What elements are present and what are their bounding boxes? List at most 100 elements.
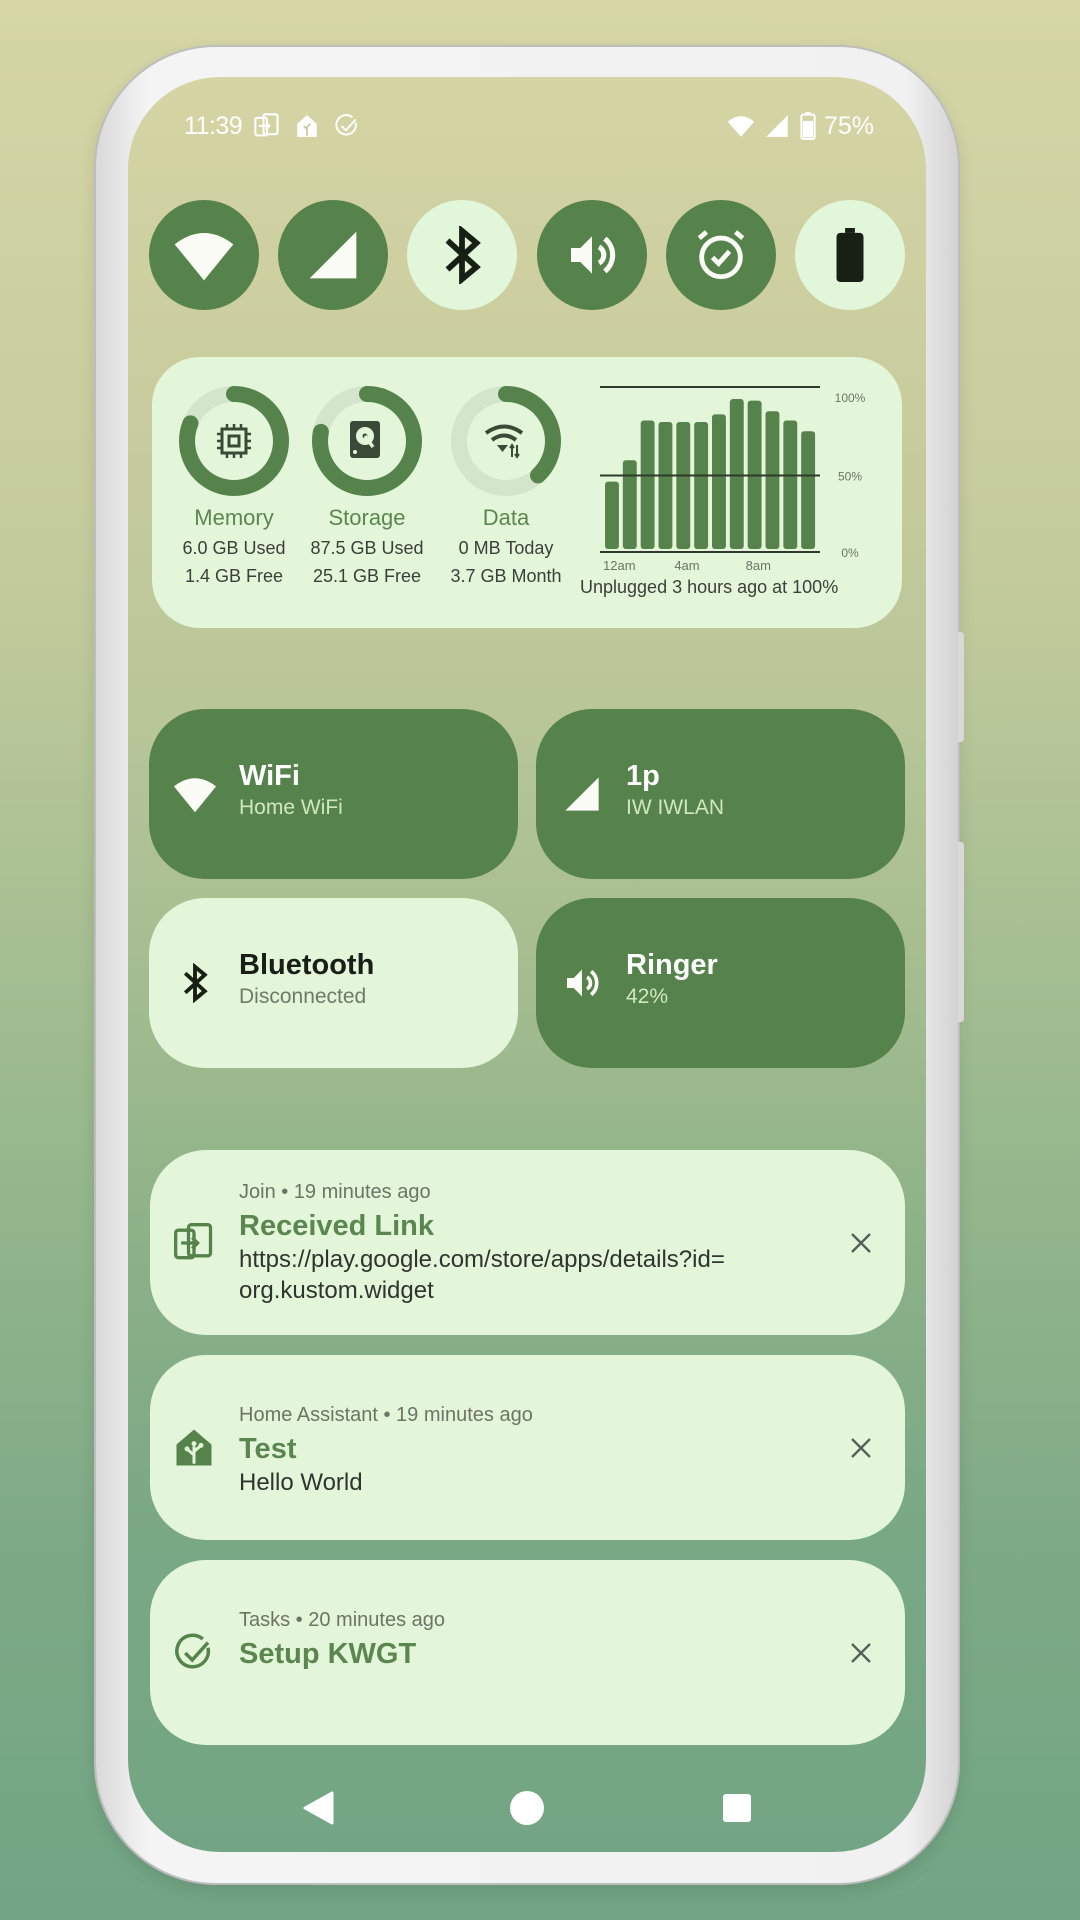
- toggle-battery[interactable]: [794, 200, 905, 310]
- x-tick-label: 4am: [674, 558, 699, 573]
- dismiss-button[interactable]: [841, 1633, 881, 1673]
- bar-11am: [801, 431, 816, 549]
- x-tick-label: 12am: [603, 558, 636, 573]
- tasks-check-icon: [172, 1631, 216, 1675]
- notification-join[interactable]: Join • 19 minutes ago Received Link http…: [150, 1150, 905, 1335]
- tile-title: Bluetooth: [239, 949, 375, 981]
- tile-subtitle: Disconnected: [239, 985, 367, 1008]
- power-button: [958, 842, 964, 1022]
- notification-title: Test: [239, 1433, 297, 1465]
- bar-10am: [783, 420, 798, 549]
- dismiss-button[interactable]: [841, 1428, 881, 1468]
- gauge-used: 87.5 GB Used: [310, 538, 424, 558]
- wifi-icon: [726, 111, 756, 141]
- data-ring: [451, 386, 561, 496]
- bar-12am: [605, 481, 619, 549]
- gauge-month: 3.7 GB Month: [450, 566, 562, 586]
- bar-4am: [676, 422, 691, 549]
- tile-title: Ringer: [626, 949, 718, 981]
- recents-icon: [723, 1794, 751, 1822]
- dismiss-button[interactable]: [841, 1223, 881, 1263]
- bar-9am: [765, 411, 780, 549]
- gauge-used: 6.0 GB Used: [182, 538, 286, 558]
- notification-text: Hello World: [239, 1469, 363, 1496]
- bar-6am: [712, 414, 726, 549]
- gauge-free: 25.1 GB Free: [312, 566, 422, 586]
- tile-bluetooth[interactable]: Bluetooth Disconnected: [149, 898, 518, 1068]
- status-bar: 11:39 75%: [0, 108, 1080, 144]
- quick-toggles: [149, 200, 905, 310]
- back-icon: [303, 1791, 334, 1825]
- system-stats-widget[interactable]: Memory 6.0 GB Used 1.4 GB Free Storage 8…: [152, 357, 902, 628]
- status-time: 11:39: [184, 111, 243, 140]
- wifi-icon: [171, 770, 219, 818]
- notification-title: Setup KWGT: [239, 1638, 417, 1670]
- y-tick-label: 100%: [835, 391, 866, 405]
- y-tick-label: 0%: [841, 546, 859, 560]
- wifi-data-icon: [484, 424, 524, 459]
- tile-ringer[interactable]: Ringer 42%: [536, 898, 905, 1068]
- data-gauge: Data 0 MB Today 3.7 GB Month: [436, 385, 576, 587]
- x-tick-label: 8am: [746, 558, 771, 573]
- close-icon: [851, 1642, 871, 1663]
- tile-title: WiFi: [239, 760, 300, 792]
- tile-wifi[interactable]: WiFi Home WiFi: [149, 709, 518, 879]
- back-button[interactable]: [296, 1785, 342, 1831]
- recents-button[interactable]: [714, 1785, 760, 1831]
- bar-2am: [640, 420, 655, 549]
- toggle-bluetooth[interactable]: [407, 200, 518, 310]
- notification-home-assistant[interactable]: Home Assistant • 19 minutes ago Test Hel…: [150, 1355, 905, 1540]
- bar-1am: [622, 460, 637, 549]
- battery-history-chart: 100% 50% 0% 12am 4am 8am: [600, 386, 866, 573]
- volume-button: [958, 632, 964, 742]
- join-icon: [172, 1221, 216, 1265]
- storage-gauge: Storage 87.5 GB Used 25.1 GB Free: [297, 385, 437, 587]
- home-button[interactable]: [504, 1785, 550, 1831]
- storage-ring: [312, 386, 422, 496]
- volume-icon: [570, 236, 615, 274]
- y-tick-label: 50%: [838, 470, 862, 484]
- battery-percent: 75%: [823, 111, 874, 140]
- wifi-icon: [174, 233, 234, 281]
- close-icon: [851, 1232, 871, 1253]
- gauge-label: Storage: [328, 505, 406, 530]
- signal-icon: [762, 111, 792, 141]
- gauge-label: Data: [482, 505, 530, 530]
- notification-meta: Tasks • 20 minutes ago: [239, 1609, 445, 1631]
- tile-subtitle: IW IWLAN: [626, 796, 724, 819]
- bar-7am: [729, 399, 744, 549]
- navigation-bar: [128, 1785, 926, 1831]
- home-icon: [510, 1791, 544, 1825]
- tile-mobile-network[interactable]: 1p IW IWLAN: [536, 709, 905, 879]
- battery-icon: [836, 228, 864, 282]
- bar-5am: [694, 422, 709, 549]
- signal-icon: [558, 770, 606, 818]
- home-assistant-icon: [292, 111, 322, 141]
- gauge-free: 1.4 GB Free: [184, 566, 284, 586]
- tasks-check-icon: [332, 111, 362, 141]
- chip-icon: [217, 424, 251, 458]
- gauge-label: Memory: [194, 505, 274, 530]
- battery-icon: [798, 111, 818, 141]
- tile-subtitle: 42%: [626, 985, 669, 1008]
- close-icon: [851, 1437, 871, 1458]
- signal-icon: [309, 231, 357, 279]
- hard-drive-icon: [350, 421, 380, 458]
- volume-icon: [558, 959, 606, 1007]
- tile-title: 1p: [626, 760, 660, 792]
- bluetooth-icon: [171, 959, 219, 1007]
- bluetooth-icon: [445, 226, 482, 284]
- notification-meta: Join • 19 minutes ago: [239, 1181, 431, 1203]
- memory-gauge: Memory 6.0 GB Used 1.4 GB Free: [164, 385, 304, 587]
- toggle-sound[interactable]: [536, 200, 647, 310]
- toggle-alarm[interactable]: [665, 200, 776, 310]
- toggle-wifi[interactable]: [149, 200, 259, 310]
- home-assistant-icon: [172, 1426, 216, 1470]
- memory-ring: [179, 386, 289, 496]
- toggle-mobile-data[interactable]: [278, 200, 389, 310]
- notification-tasks[interactable]: Tasks • 20 minutes ago Setup KWGT: [150, 1560, 905, 1745]
- notification-meta: Home Assistant • 19 minutes ago: [239, 1404, 533, 1426]
- bar-3am: [658, 422, 673, 549]
- gauge-today: 0 MB Today: [458, 538, 554, 558]
- alarm-check-icon: [697, 230, 745, 280]
